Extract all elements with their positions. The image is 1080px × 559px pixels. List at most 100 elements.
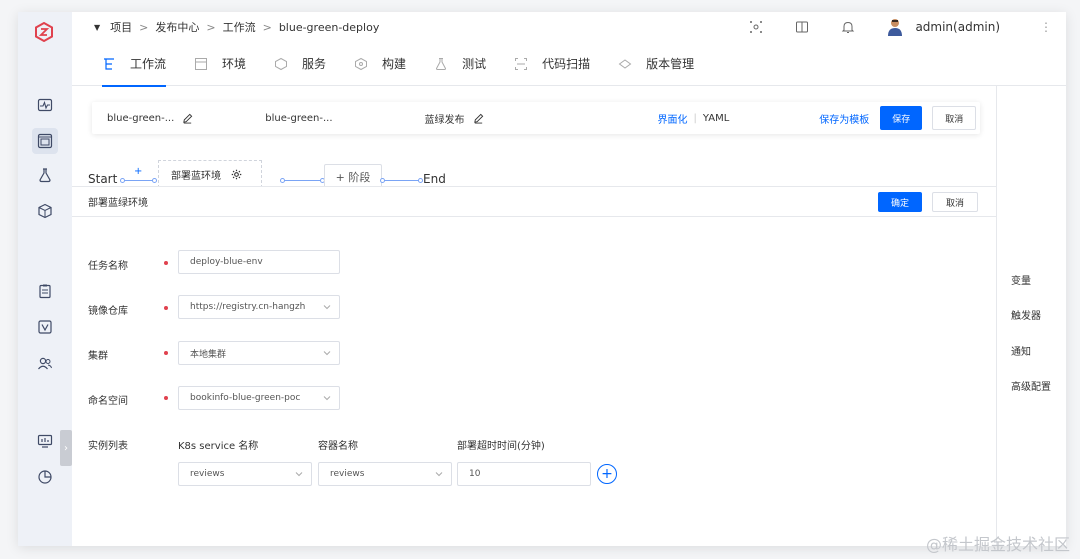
pipeline-node — [152, 178, 157, 183]
stage-config-dialog: 部署蓝绿环境 确定 取消 任务名称 deploy-blue-env 镜像仓库 h… — [72, 186, 996, 546]
workflow-id-value: blue-green-... — [265, 112, 333, 124]
col-header-k8s-service: K8s service 名称 — [178, 441, 259, 452]
environment-icon — [195, 57, 208, 70]
app-logo-icon[interactable] — [34, 22, 54, 42]
app-window: › ▼ 项目 > 发布中心 > 工作流 > blue-green-deploy … — [18, 12, 1066, 546]
tab-label: 服务 — [302, 57, 327, 71]
tab-label: 构建 — [382, 57, 407, 71]
tab-service[interactable]: 服务 — [274, 42, 326, 86]
registry-select-value: https://registry.cn-hangzh — [190, 302, 306, 312]
dialog-actions: 确定 取消 — [877, 192, 978, 212]
users-icon[interactable] — [32, 350, 58, 376]
tab-label: 测试 — [462, 57, 487, 71]
version-icon — [618, 58, 632, 69]
dashboard-icon[interactable] — [32, 428, 58, 454]
add-instance-button[interactable]: + — [597, 464, 617, 484]
breadcrumb-separator: > — [139, 20, 149, 34]
container-select[interactable]: reviews — [318, 462, 452, 486]
k8s-service-select[interactable]: reviews — [178, 462, 312, 486]
col-header-container: 容器名称 — [318, 441, 358, 452]
tab-version[interactable]: 版本管理 — [618, 42, 694, 86]
more-vertical-icon[interactable]: ⋮ — [1040, 20, 1052, 34]
chevron-down-icon — [323, 305, 331, 310]
network-icon[interactable] — [749, 20, 763, 34]
registry-select[interactable]: https://registry.cn-hangzh — [178, 295, 340, 319]
view-visual-toggle[interactable]: 界面化 — [658, 111, 688, 126]
code-scan-icon — [515, 57, 528, 70]
save-as-template-link[interactable]: 保存为模板 — [819, 111, 869, 126]
workflow-name-value: blue-green-... — [107, 112, 175, 124]
namespace-select[interactable]: bookinfo-blue-green-poc — [178, 386, 340, 410]
chevron-down-icon — [323, 351, 331, 356]
tab-label: 版本管理 — [646, 57, 695, 71]
header-actions: admin(admin) ⋮ — [749, 12, 1052, 42]
insert-stage-plus[interactable]: + — [134, 166, 142, 177]
confirm-button[interactable]: 确定 — [877, 192, 922, 212]
release-type-field[interactable]: 蓝绿发布 — [425, 111, 484, 126]
book-icon[interactable] — [795, 20, 809, 34]
tab-build[interactable]: 构建 — [354, 42, 406, 86]
workflow-name-field[interactable]: blue-green-... — [107, 113, 193, 124]
breadcrumb-item-release-center[interactable]: 发布中心 — [155, 19, 199, 35]
container-select-value: reviews — [330, 469, 365, 479]
edit-icon[interactable] — [182, 113, 193, 124]
tab-workflow[interactable]: 工作流 — [102, 42, 167, 87]
stage-label: 部署蓝环境 — [171, 170, 221, 182]
dialog-cancel-button[interactable]: 取消 — [931, 192, 978, 212]
stage-card-blue-env[interactable]: 部署蓝环境 — [158, 160, 262, 188]
chevron-down-icon — [295, 472, 303, 477]
clipboard-icon[interactable] — [32, 278, 58, 304]
chevron-down-icon — [323, 396, 331, 401]
user-name[interactable]: admin(admin) — [915, 20, 1000, 34]
side-item-triggers[interactable]: 触发器 — [1011, 307, 1041, 322]
task-name-label: 任务名称 — [88, 261, 128, 272]
workflow-icon — [104, 57, 114, 70]
bell-icon[interactable] — [841, 20, 855, 34]
monitor-icon[interactable] — [32, 92, 58, 118]
required-marker — [164, 261, 168, 265]
tab-test[interactable]: 测试 — [434, 42, 486, 86]
gear-icon[interactable] — [231, 169, 242, 180]
save-button[interactable]: 保存 — [880, 106, 923, 130]
pipeline-start: Start — [88, 172, 118, 186]
pipeline-node — [280, 178, 285, 183]
pie-chart-icon[interactable] — [32, 464, 58, 490]
breadcrumb-item-project[interactable]: 项目 — [110, 19, 132, 35]
build-icon — [355, 57, 368, 70]
tab-label: 代码扫描 — [542, 57, 591, 71]
service-icon — [275, 57, 288, 70]
package-icon[interactable] — [32, 198, 58, 224]
col-header-timeout: 部署超时时间(分钟) — [457, 441, 545, 452]
timeout-input[interactable]: 10 — [457, 462, 591, 486]
flask-icon[interactable] — [32, 162, 58, 188]
tab-label: 工作流 — [130, 57, 167, 71]
tab-environment[interactable]: 环境 — [194, 42, 246, 86]
version-rail-icon[interactable] — [32, 314, 58, 340]
dialog-title: 部署蓝绿环境 — [88, 198, 148, 209]
required-marker — [164, 306, 168, 310]
side-item-advanced[interactable]: 高级配置 — [1011, 378, 1051, 393]
module-tabs: 工作流 环境 服务 构建 测试 代码扫描 版本管理 — [72, 42, 1066, 87]
edit-icon[interactable] — [473, 113, 484, 124]
breadcrumb-item-workflow[interactable]: 工作流 — [223, 19, 256, 35]
side-item-variables[interactable]: 变量 — [1011, 272, 1031, 287]
breadcrumb-item-current: blue-green-deploy — [278, 20, 380, 34]
pipeline-connector — [122, 180, 154, 181]
release-type-value: 蓝绿发布 — [424, 114, 465, 126]
task-name-input[interactable]: deploy-blue-env — [178, 250, 340, 274]
cluster-select[interactable]: 本地集群 — [178, 341, 340, 365]
cancel-button[interactable]: 取消 — [932, 106, 977, 130]
side-item-notifications[interactable]: 通知 — [1011, 343, 1031, 358]
tab-code-scan[interactable]: 代码扫描 — [514, 42, 590, 86]
caret-down-icon[interactable]: ▼ — [94, 23, 100, 32]
dialog-header: 部署蓝绿环境 确定 取消 — [72, 187, 996, 217]
required-marker — [164, 351, 168, 355]
avatar[interactable] — [887, 18, 903, 36]
sidebar-collapse-handle[interactable]: › — [60, 430, 72, 466]
view-yaml-toggle[interactable]: YAML — [703, 113, 729, 124]
project-icon[interactable] — [32, 128, 58, 154]
pipeline-node — [380, 178, 385, 183]
view-separator: | — [693, 112, 697, 124]
instances-label: 实例列表 — [88, 441, 128, 452]
pipeline-node — [120, 178, 125, 183]
